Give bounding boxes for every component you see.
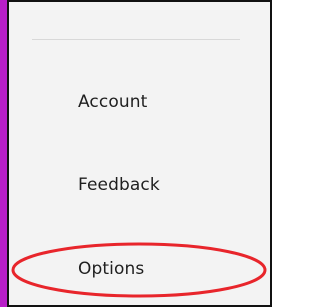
menu-item-options-label: Options <box>78 259 145 279</box>
menu-item-feedback-label: Feedback <box>78 175 160 195</box>
file-menu-panel: Account Feedback Options <box>0 0 272 307</box>
menu-item-options[interactable]: Options <box>9 240 268 298</box>
menu-item-account[interactable]: Account <box>9 73 268 131</box>
menu-item-feedback[interactable]: Feedback <box>9 156 268 214</box>
accent-strip <box>0 0 7 307</box>
menu-divider <box>32 39 240 40</box>
menu-item-account-label: Account <box>78 92 148 112</box>
